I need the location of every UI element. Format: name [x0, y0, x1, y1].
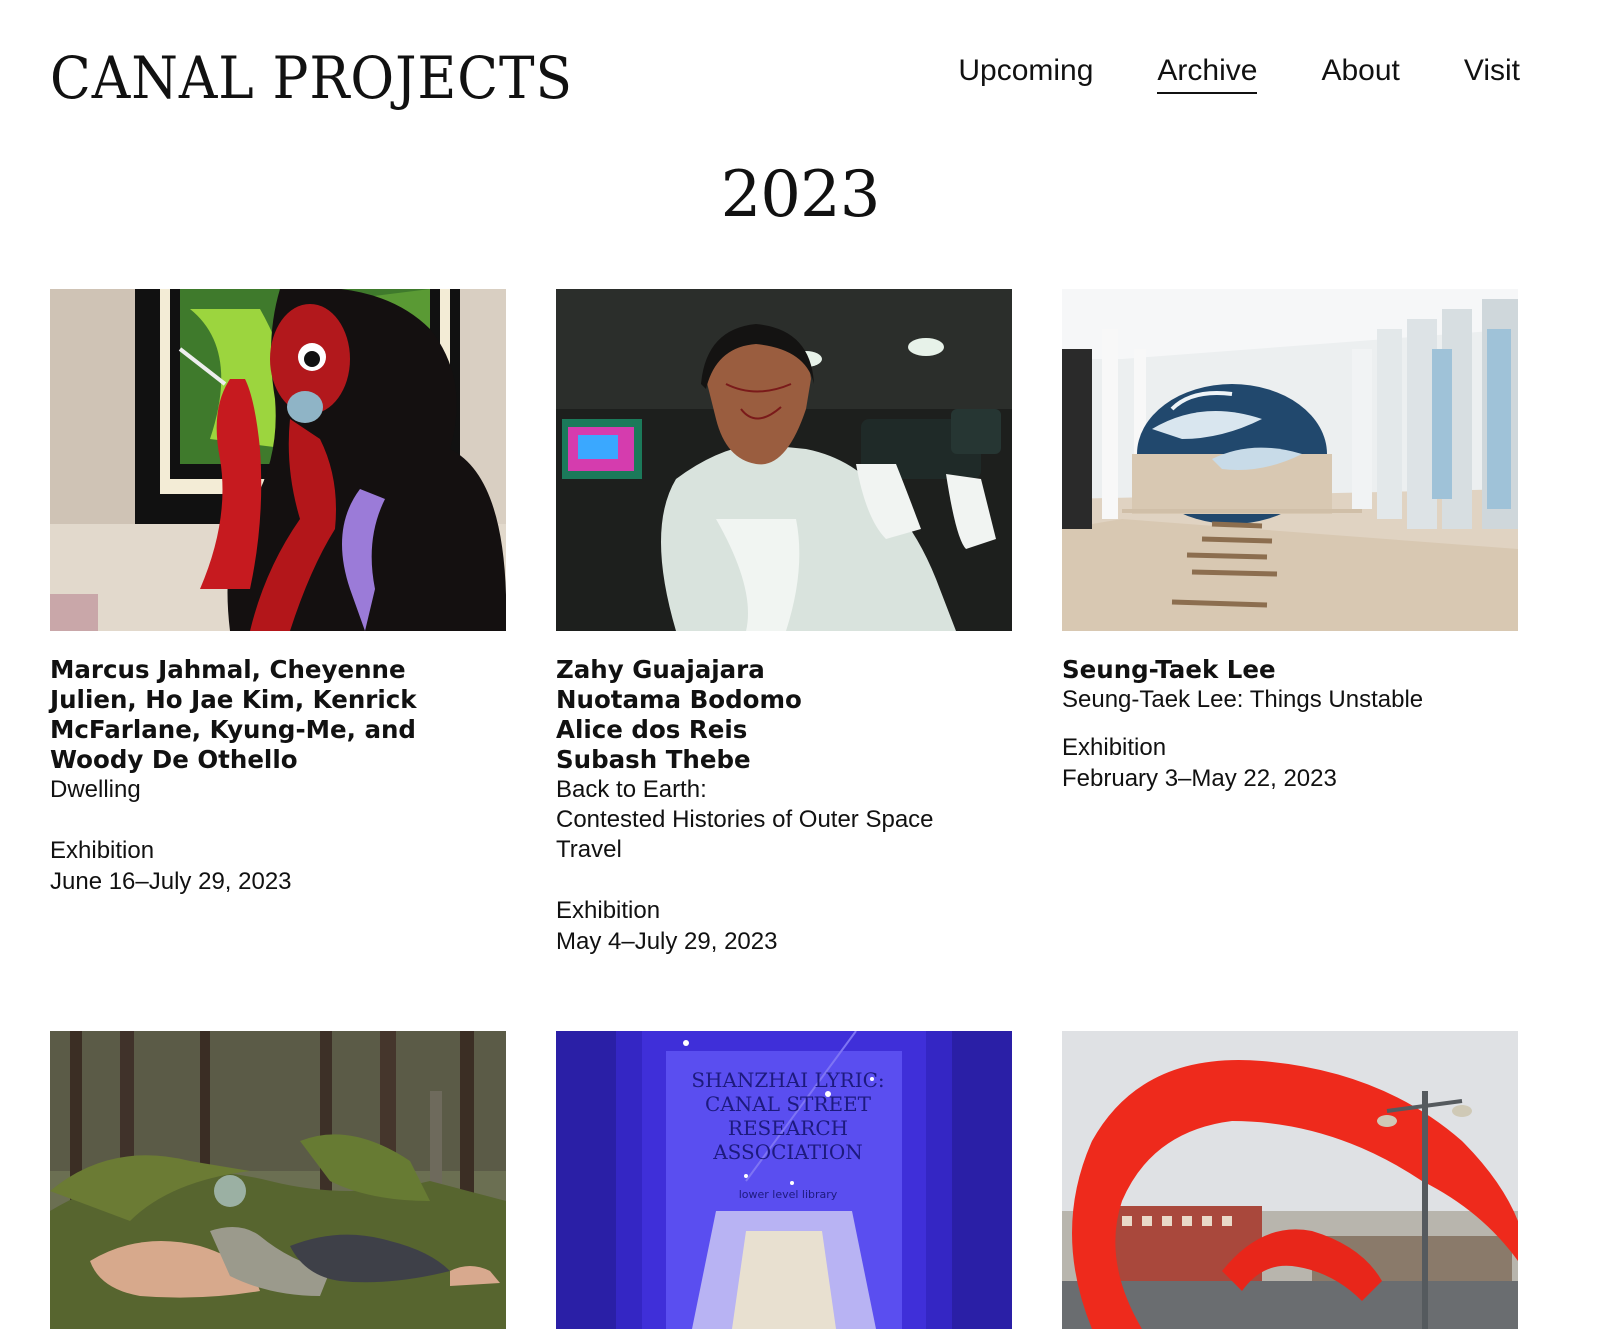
artist-names[interactable]: Seung-Taek Lee: [1062, 655, 1518, 685]
year-heading: 2023: [720, 158, 881, 232]
exhibition-card-red-fabric[interactable]: [1062, 1031, 1518, 1329]
artist-names[interactable]: Marcus Jahmal, Cheyenne Julien, Ho Jae K…: [50, 655, 506, 775]
nav-upcoming[interactable]: Upcoming: [958, 54, 1093, 94]
sign-small-text: lower level library: [739, 1188, 838, 1201]
library-entrance-image[interactable]: SHANZHAI LYRIC: CANAL STREET RESEARCH AS…: [556, 1031, 1012, 1329]
event-dates: May 4–July 29, 2023: [556, 928, 778, 955]
artist-line: McFarlane, Kyung-Me, and: [50, 715, 416, 744]
title-line: Dwelling: [50, 776, 141, 803]
title-line: Back to Earth:: [556, 776, 707, 803]
artist-line: Zahy Guajajara: [556, 655, 765, 684]
sign-line: ASSOCIATION: [712, 1140, 863, 1164]
sign-line: SHANZHAI LYRIC:: [691, 1068, 884, 1092]
artist-line: Nuotama Bodomo: [556, 685, 802, 714]
artist-line: Julien, Ho Jae Kim, Kenrick: [50, 685, 417, 714]
event-type: Exhibition: [1062, 734, 1167, 761]
nav-archive[interactable]: Archive: [1157, 54, 1258, 94]
forest-figures-image[interactable]: [50, 1031, 506, 1329]
sign-line: RESEARCH: [728, 1116, 848, 1140]
title-line: Seung-Taek Lee: Things Unstable: [1062, 686, 1424, 713]
exhibition-title[interactable]: Seung-Taek Lee: Things Unstable: [1062, 685, 1518, 715]
artist-line: Marcus Jahmal, Cheyenne: [50, 655, 406, 684]
exhibition-card-back-to-earth[interactable]: Zahy Guajajara Nuotama Bodomo Alice dos …: [556, 289, 1012, 957]
event-type: Exhibition: [556, 897, 661, 924]
site-logo[interactable]: CANAL PROJECTS: [50, 44, 573, 112]
gallery-globe-installation-image[interactable]: [1062, 289, 1518, 631]
artist-line: Alice dos Reis: [556, 715, 748, 744]
exhibition-title[interactable]: Dwelling: [50, 775, 506, 805]
event-type: Exhibition: [50, 837, 155, 864]
main-nav: Upcoming Archive About Visit: [958, 54, 1520, 94]
exhibition-card-shanzhai-lyric[interactable]: SHANZHAI LYRIC: CANAL STREET RESEARCH AS…: [556, 1031, 1012, 1329]
nav-visit[interactable]: Visit: [1464, 54, 1520, 94]
artist-line: Seung-Taek Lee: [1062, 655, 1276, 684]
nav-about[interactable]: About: [1321, 54, 1399, 94]
artist-names[interactable]: Zahy Guajajara Nuotama Bodomo Alice dos …: [556, 655, 1012, 775]
exhibition-card-forest[interactable]: [50, 1031, 506, 1329]
exhibition-card-dwelling[interactable]: Marcus Jahmal, Cheyenne Julien, Ho Jae K…: [50, 289, 506, 897]
red-fabric-performance-image[interactable]: [1062, 1031, 1518, 1329]
title-line: Travel: [556, 836, 622, 863]
dwelling-painting-image[interactable]: [50, 289, 506, 631]
title-line: Contested Histories of Outer Space: [556, 806, 934, 833]
sign-line: CANAL STREET: [705, 1092, 872, 1116]
artist-line: Subash Thebe: [556, 745, 751, 774]
exhibition-card-things-unstable[interactable]: Seung-Taek Lee Seung-Taek Lee: Things Un…: [1062, 289, 1518, 794]
event-dates: February 3–May 22, 2023: [1062, 765, 1337, 792]
exhibition-title[interactable]: Back to Earth: Contested Histories of Ou…: [556, 775, 1012, 865]
artist-line: Woody De Othello: [50, 745, 298, 774]
woman-with-camera-image[interactable]: [556, 289, 1012, 631]
event-dates: June 16–July 29, 2023: [50, 868, 292, 895]
